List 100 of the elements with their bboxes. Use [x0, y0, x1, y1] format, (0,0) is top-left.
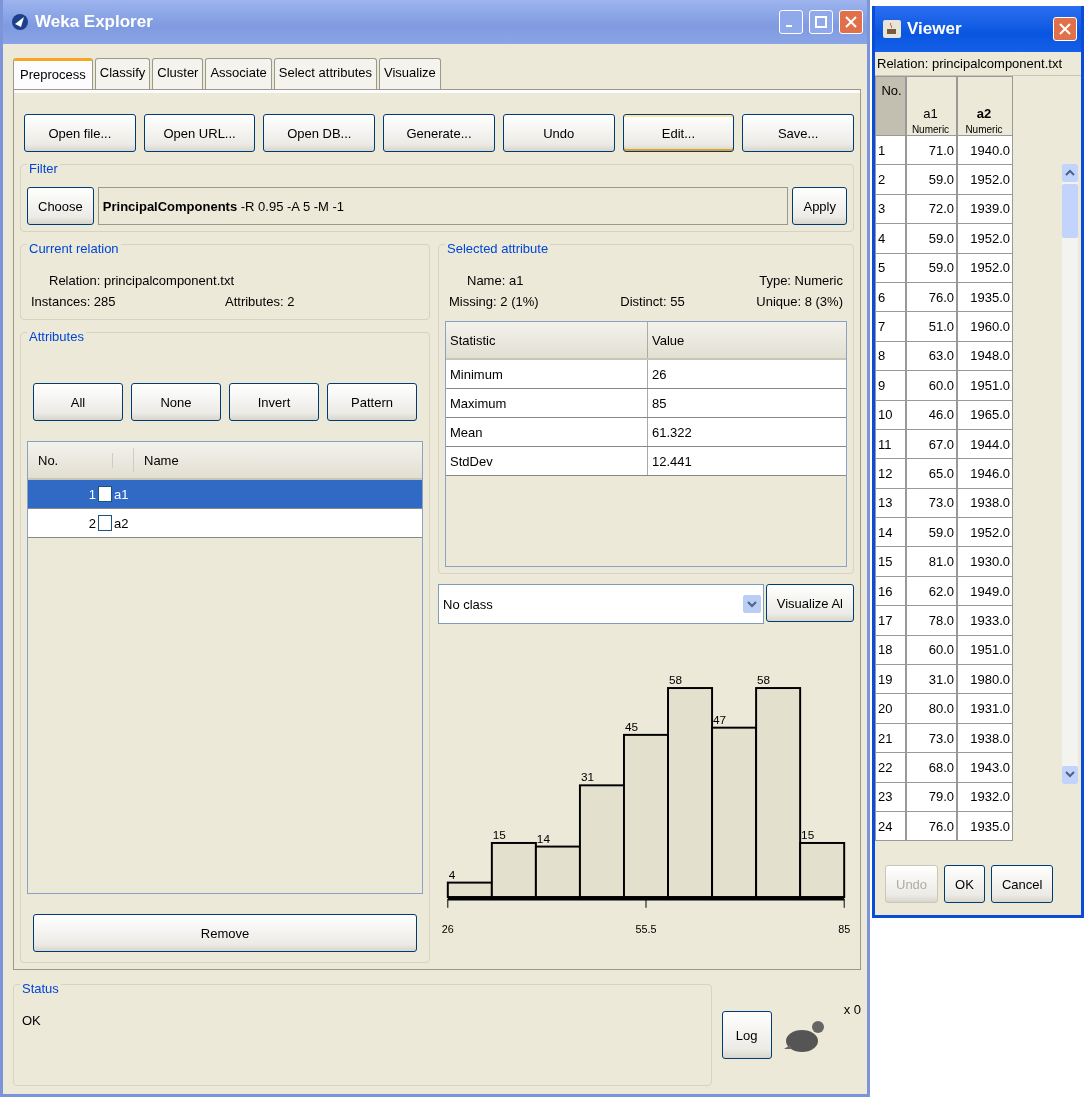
missing-label: Missing: 2 (1%)	[449, 294, 540, 309]
group-title: Selected attribute	[445, 241, 551, 256]
table-cell: 60.0	[906, 371, 957, 401]
tab[interactable]: Preprocess	[13, 58, 93, 90]
table-cell: 1948.0	[957, 341, 1013, 372]
bar-label: 15	[492, 828, 506, 842]
table-cell: 5	[875, 253, 906, 283]
scrollbar[interactable]	[1062, 164, 1078, 784]
select-button[interactable]: All	[33, 383, 123, 421]
table-cell: 59.0	[906, 253, 957, 283]
apply-button[interactable]: Apply	[792, 187, 847, 225]
group-title: Attributes	[27, 329, 86, 344]
checkbox[interactable]	[98, 515, 112, 531]
table-cell: 1943.0	[957, 753, 1013, 783]
name-label: Name: a1	[466, 273, 525, 288]
table-cell: 1938.0	[957, 488, 1013, 519]
table-cell: 15	[875, 547, 906, 577]
bar-label: 58	[757, 673, 771, 687]
checkbox[interactable]	[98, 486, 112, 502]
close-icon[interactable]	[839, 10, 863, 34]
table-cell: 65.0	[906, 459, 957, 489]
table-cell: 1952.0	[957, 224, 1013, 254]
toolbar-button[interactable]: Open URL...	[143, 114, 256, 152]
attribute-row[interactable]: 1 a1	[28, 480, 422, 509]
filter-field[interactable]: PrincipalComponents -R 0.95 -A 5 -M -1	[97, 187, 789, 225]
group-title: Status	[20, 981, 61, 996]
bar-label: 4	[448, 867, 456, 881]
table-cell: 51.0	[906, 312, 957, 342]
select-button[interactable]: None	[131, 383, 221, 421]
table-cell: 1	[875, 136, 906, 166]
column-header[interactable]: No.	[28, 452, 113, 468]
table-cell: 76.0	[906, 812, 957, 842]
table-cell: 59.0	[906, 165, 957, 195]
table-cell: 31.0	[906, 665, 957, 695]
column-header[interactable]: a2 Numeric	[957, 76, 1013, 136]
table-cell: 9	[875, 371, 906, 401]
select-button[interactable]: Invert	[229, 383, 319, 421]
table-cell: 76.0	[906, 282, 957, 313]
table-cell: 46.0	[906, 400, 957, 430]
select-button[interactable]: Pattern	[327, 383, 417, 421]
table-cell: 1952.0	[957, 165, 1013, 195]
toolbar-button[interactable]: Open DB...	[263, 114, 376, 152]
table-cell: 81.0	[906, 547, 957, 577]
toolbar-button[interactable]: Generate...	[383, 114, 495, 152]
column-header[interactable]: Statistic	[446, 322, 648, 358]
tab[interactable]: Select attributes	[273, 58, 378, 89]
tab[interactable]: Visualize	[379, 58, 441, 89]
column-header[interactable]: Value	[648, 332, 685, 348]
table-cell: 21	[875, 723, 906, 754]
table-cell: 1960.0	[957, 312, 1013, 342]
toolbar-button[interactable]: Undo	[502, 114, 615, 152]
dialog-button[interactable]: OK	[944, 865, 985, 903]
axis-label: 55.5	[635, 923, 657, 936]
table-cell: 1952.0	[957, 518, 1013, 548]
table-cell-text: 26	[651, 366, 667, 382]
table-cell: 16	[875, 576, 906, 607]
status-message: OK	[21, 1012, 42, 1028]
table-cell: 17	[875, 606, 906, 636]
minimize-icon[interactable]	[779, 10, 803, 34]
table-cell: 18	[875, 635, 906, 666]
toolbar-button[interactable]: Edit...	[622, 114, 735, 152]
bar-label: 15	[801, 828, 815, 842]
table-cell: 63.0	[906, 341, 957, 372]
tab[interactable]: Classify	[94, 58, 151, 89]
table-cell-text: 12.441	[651, 453, 692, 469]
table-cell: 1944.0	[957, 429, 1013, 460]
maximize-icon[interactable]	[809, 10, 833, 34]
attribute-row[interactable]: 2 a2	[28, 509, 422, 538]
table-cell: StdDev	[446, 447, 648, 475]
instances-label: Instances: 285	[31, 294, 117, 309]
toolbar-button[interactable]: Save...	[742, 114, 855, 152]
table-cell: 1952.0	[957, 253, 1013, 283]
table-cell: 73.0	[906, 488, 957, 519]
class-dropdown[interactable]: No class	[438, 584, 764, 624]
table-cell: 4	[875, 224, 906, 254]
type-label: Type: Numeric	[758, 273, 843, 288]
unique-label: Unique: 8 (3%)	[755, 294, 843, 309]
table-cell: Mean	[446, 418, 648, 446]
tab[interactable]: Cluster	[152, 58, 204, 89]
table-cell: 1932.0	[957, 782, 1013, 812]
table-cell: 22	[875, 753, 906, 783]
visualize-all-button[interactable]: Visualize Al	[765, 584, 854, 622]
column-header[interactable]: a1 Numeric	[906, 76, 957, 136]
dialog-button[interactable]: Cancel	[990, 865, 1054, 903]
cup-icon	[883, 20, 901, 38]
bar-label: 47	[713, 712, 727, 726]
column-header[interactable]: No.	[875, 76, 906, 136]
choose-button[interactable]: Choose	[27, 187, 94, 225]
table-cell: 72.0	[906, 194, 957, 225]
tab[interactable]: Associate	[205, 58, 272, 89]
toolbar-button[interactable]: Open file...	[24, 114, 136, 152]
table-cell: 1946.0	[957, 459, 1013, 489]
close-icon[interactable]	[1053, 17, 1077, 41]
log-button[interactable]: Log	[721, 1011, 772, 1059]
table-cell: 79.0	[906, 782, 957, 812]
table-cell: 67.0	[906, 429, 957, 460]
remove-button[interactable]: Remove	[33, 914, 417, 952]
column-header[interactable]: Name	[134, 452, 179, 468]
table-cell: 71.0	[906, 136, 957, 166]
table-cell: 62.0	[906, 576, 957, 607]
